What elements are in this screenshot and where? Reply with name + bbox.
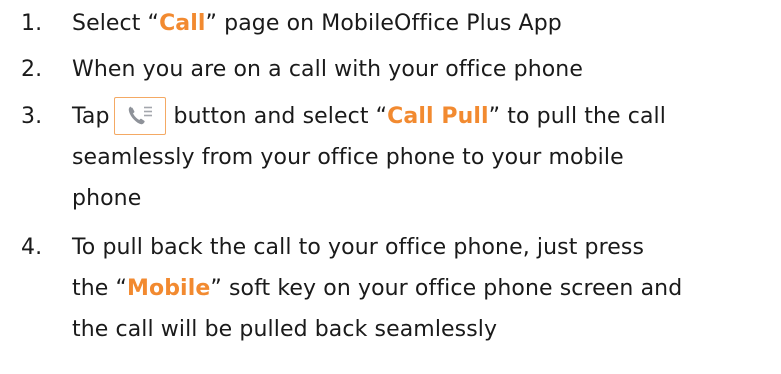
highlight-mobile: Mobile [127, 276, 211, 301]
step-text-after: ” soft key on your office phone screen a… [210, 276, 683, 301]
step-line-3: the call will be pulled back seamlessly [72, 317, 498, 342]
step-4: 4. To pull back the call to your office … [0, 227, 781, 350]
step-text-line1-end: ” to pull the call [488, 104, 666, 129]
step-3: 3. Tap button and select “Call Pull” to … [0, 96, 781, 219]
step-number: 3. [21, 104, 43, 129]
step-number: 2. [21, 57, 43, 82]
phone-list-icon [128, 106, 152, 125]
step-2: 2. When you are on a call with your offi… [0, 49, 781, 90]
step-text-tap: Tap [72, 104, 110, 129]
step-line-2: seamlessly from your office phone to you… [72, 145, 624, 170]
step-text-after-button: button and select “ [173, 104, 388, 129]
step-text: When you are on a call with your office … [72, 57, 583, 82]
call-options-button[interactable] [113, 97, 166, 135]
step-text-after: ” page on MobileOffice Plus App [205, 11, 562, 36]
step-line-3: phone [72, 186, 142, 211]
highlight-call: Call [159, 11, 206, 36]
step-line-2: the “Mobile” soft key on your office pho… [72, 268, 781, 309]
step-number: 1. [21, 11, 43, 36]
step-text-before: Select “ [72, 11, 160, 36]
step-text-before: the “ [72, 276, 127, 301]
step-line-1: To pull back the call to your office pho… [72, 235, 645, 260]
step-1: 1. Select “Call” page on MobileOffice Pl… [0, 3, 781, 44]
step-number: 4. [21, 235, 43, 260]
highlight-call-pull: Call Pull [387, 104, 489, 129]
step-line-1: Tap button and select “Call Pull” to pul… [72, 96, 781, 137]
